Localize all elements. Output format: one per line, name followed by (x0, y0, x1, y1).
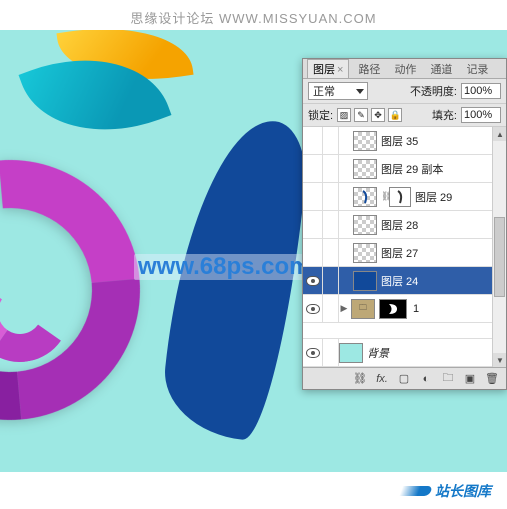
group-mask-thumb[interactable] (379, 299, 407, 319)
visibility-toggle[interactable] (303, 239, 323, 267)
layer-thumb[interactable] (353, 271, 377, 291)
layer-row-27[interactable]: 图层 27 (303, 239, 506, 267)
layer-row-35[interactable]: 图层 35 (303, 127, 506, 155)
visibility-toggle[interactable] (303, 155, 323, 183)
layer-list-scrollbar[interactable]: ▲ ▼ (492, 127, 506, 367)
eye-icon (306, 348, 320, 358)
layer-row-29[interactable]: ⛓ 图层 29 (303, 183, 506, 211)
layer-name[interactable]: 图层 27 (381, 245, 502, 261)
watermark-text: www.68ps.com (134, 254, 315, 280)
adjustment-layer-icon[interactable]: ◐ (418, 372, 434, 386)
footer-swoosh-icon (399, 486, 433, 496)
visibility-toggle[interactable] (303, 267, 323, 295)
layer-row-background[interactable]: 背景 🔒 (303, 339, 506, 367)
page-footer: 站长图库 (0, 472, 507, 509)
opacity-input[interactable]: 100% (461, 83, 501, 99)
layer-thumb[interactable] (353, 187, 377, 207)
folder-icon[interactable]: 🗀 (351, 299, 375, 319)
fill-label: 填充: (432, 107, 457, 123)
delete-layer-icon[interactable]: 🗑 (484, 372, 500, 386)
new-group-icon[interactable]: 🗀 (440, 372, 456, 386)
lock-icons-group: ▨ ✎ ✥ 🔒 (337, 108, 402, 122)
mask-link-icon[interactable]: ⛓ (381, 191, 389, 202)
layer-mask-thumb[interactable] (389, 187, 411, 207)
tab-channels[interactable]: 通道 (425, 60, 457, 78)
layer-thumb[interactable] (353, 131, 377, 151)
layer-name[interactable]: 图层 29 (415, 189, 502, 205)
lock-move-icon[interactable]: ✥ (371, 108, 385, 122)
add-mask-icon[interactable]: ▢ (396, 372, 412, 386)
visibility-toggle[interactable] (303, 211, 323, 239)
source-attribution: 思缘设计论坛 WWW.MISSYUAN.COM (0, 8, 507, 27)
fill-input[interactable]: 100% (461, 107, 501, 123)
close-icon[interactable]: × (337, 64, 343, 76)
tab-paths[interactable]: 路径 (353, 60, 385, 78)
layer-name[interactable]: 背景 (367, 345, 490, 361)
lock-all-icon[interactable]: 🔒 (388, 108, 402, 122)
eye-icon (306, 276, 320, 286)
visibility-toggle[interactable] (303, 183, 323, 211)
layer-name[interactable]: 图层 35 (381, 133, 502, 149)
layer-name[interactable]: 图层 24 (381, 273, 502, 289)
layer-group-row[interactable]: ▶ 🗀 1 (303, 295, 506, 323)
link-layers-icon[interactable]: ⛓ (352, 372, 368, 386)
layer-name[interactable]: 图层 29 副本 (381, 161, 502, 177)
blend-mode-select[interactable]: 正常 (308, 82, 368, 100)
lock-brush-icon[interactable]: ✎ (354, 108, 368, 122)
layer-row-28[interactable]: 图层 28 (303, 211, 506, 239)
opacity-label: 不透明度: (410, 83, 457, 99)
layer-thumb[interactable] (353, 215, 377, 235)
layer-list: 图层 35 图层 29 副本 ⛓ 图层 29 图层 28 (303, 127, 506, 367)
scroll-up-arrow-icon[interactable]: ▲ (493, 127, 506, 141)
layer-name[interactable]: 1 (413, 303, 502, 315)
layer-row-29-copy[interactable]: 图层 29 副本 (303, 155, 506, 183)
lock-fill-row: 锁定: ▨ ✎ ✥ 🔒 填充: 100% (303, 104, 506, 127)
tab-history[interactable]: 记录 (461, 60, 493, 78)
layer-row-24[interactable]: 图层 24 (303, 267, 506, 295)
layer-thumb[interactable] (353, 159, 377, 179)
layer-thumb[interactable] (353, 243, 377, 263)
visibility-toggle[interactable] (303, 127, 323, 155)
layers-panel: 图层× 路径 动作 通道 记录 正常 不透明度: 100% 锁定: ▨ ✎ ✥ … (302, 58, 507, 390)
disclosure-triangle-icon[interactable]: ▶ (339, 303, 349, 314)
lock-transparency-icon[interactable]: ▨ (337, 108, 351, 122)
blend-opacity-row: 正常 不透明度: 100% (303, 79, 506, 104)
footer-logo-text: 站长图库 (435, 481, 491, 501)
scroll-thumb[interactable] (494, 217, 505, 297)
visibility-toggle[interactable] (303, 339, 323, 367)
layer-name[interactable]: 图层 28 (381, 217, 502, 233)
tab-actions[interactable]: 动作 (389, 60, 421, 78)
tab-layers[interactable]: 图层× (307, 59, 349, 78)
lock-label: 锁定: (308, 107, 333, 123)
scroll-down-arrow-icon[interactable]: ▼ (493, 353, 506, 367)
layer-thumb[interactable] (339, 343, 363, 363)
visibility-toggle[interactable] (303, 295, 323, 323)
new-layer-icon[interactable]: ▣ (462, 372, 478, 386)
panel-tabs: 图层× 路径 动作 通道 记录 (303, 59, 506, 79)
eye-icon (306, 304, 320, 314)
panel-footer: ⛓ fx. ▢ ◐ 🗀 ▣ 🗑 (303, 367, 506, 389)
layer-fx-icon[interactable]: fx. (374, 372, 390, 386)
